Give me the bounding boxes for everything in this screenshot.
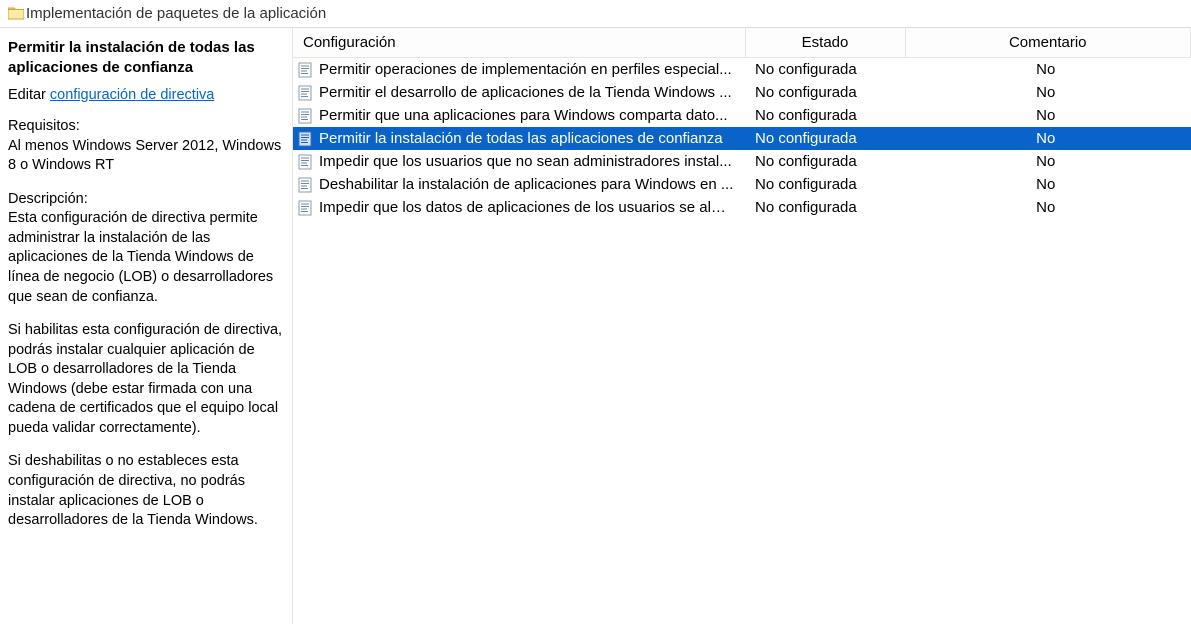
table-row[interactable]: Permitir operaciones de implementación e… <box>293 58 1191 82</box>
policy-icon <box>297 108 313 124</box>
policy-icon <box>297 177 313 193</box>
policy-icon <box>297 131 313 147</box>
content-area: Permitir la instalación de todas las apl… <box>0 28 1191 624</box>
edit-prefix: Editar <box>8 87 50 103</box>
requirements-block: Requisitos: Al menos Windows Server 2012… <box>8 117 284 176</box>
list-pane: Configuración Estado Comentario Permitir… <box>293 28 1191 624</box>
policy-comment-cell: No <box>905 104 1191 127</box>
requirements-body: Al menos Windows Server 2012, Windows 8 … <box>8 137 284 176</box>
folder-icon <box>8 6 24 20</box>
policy-name-text: Permitir que una aplicaciones para Windo… <box>319 107 728 124</box>
policy-icon <box>297 85 313 101</box>
table-row[interactable]: Permitir el desarrollo de aplicaciones d… <box>293 81 1191 104</box>
policy-state-cell: No configurada <box>745 150 905 173</box>
policy-list: Configuración Estado Comentario Permitir… <box>293 28 1191 219</box>
policy-comment-cell: No <box>905 127 1191 150</box>
edit-policy-line: Editar configuración de directiva <box>8 87 284 103</box>
table-row[interactable]: Impedir que los datos de aplicaciones de… <box>293 196 1191 219</box>
policy-name-text: Permitir la instalación de todas las apl… <box>319 130 723 147</box>
description-p2: Si habilitas esta configuración de direc… <box>8 321 284 438</box>
policy-comment-cell: No <box>905 81 1191 104</box>
description-p1: Esta configuración de directiva permite … <box>8 209 284 307</box>
column-header-row: Configuración Estado Comentario <box>293 28 1191 58</box>
table-row[interactable]: Permitir que una aplicaciones para Windo… <box>293 104 1191 127</box>
description-p3: Si deshabilitas o no estableces esta con… <box>8 452 284 530</box>
title-bar: Implementación de paquetes de la aplicac… <box>0 0 1191 28</box>
policy-name-cell[interactable]: Permitir el desarrollo de aplicaciones d… <box>293 81 745 104</box>
table-row[interactable]: Deshabilitar la instalación de aplicacio… <box>293 173 1191 196</box>
edit-policy-link[interactable]: configuración de directiva <box>50 87 214 103</box>
column-header-config[interactable]: Configuración <box>293 28 745 58</box>
policy-name-cell[interactable]: Permitir la instalación de todas las apl… <box>293 127 745 150</box>
policy-name-text: Permitir operaciones de implementación e… <box>319 61 732 78</box>
policy-comment-cell: No <box>905 196 1191 219</box>
policy-name-text: Deshabilitar la instalación de aplicacio… <box>319 176 733 193</box>
policy-name-text: Permitir el desarrollo de aplicaciones d… <box>319 84 732 101</box>
description-label: Descripción: <box>8 190 284 210</box>
policy-comment-cell: No <box>905 150 1191 173</box>
policy-state-cell: No configurada <box>745 196 905 219</box>
window-title: Implementación de paquetes de la aplicac… <box>26 5 326 22</box>
policy-name-cell[interactable]: Impedir que los usuarios que no sean adm… <box>293 150 745 173</box>
details-pane: Permitir la instalación de todas las apl… <box>0 28 293 624</box>
policy-icon <box>297 200 313 216</box>
policy-state-cell: No configurada <box>745 81 905 104</box>
selected-policy-heading: Permitir la instalación de todas las apl… <box>8 38 284 77</box>
policy-name-cell[interactable]: Permitir que una aplicaciones para Windo… <box>293 104 745 127</box>
policy-state-cell: No configurada <box>745 58 905 82</box>
policy-icon <box>297 154 313 170</box>
policy-name-cell[interactable]: Impedir que los datos de aplicaciones de… <box>293 196 745 219</box>
policy-name-text: Impedir que los usuarios que no sean adm… <box>319 153 732 170</box>
policy-comment-cell: No <box>905 58 1191 82</box>
policy-state-cell: No configurada <box>745 104 905 127</box>
description-block: Descripción: Esta configuración de direc… <box>8 190 284 307</box>
requirements-label: Requisitos: <box>8 117 284 137</box>
policy-name-cell[interactable]: Deshabilitar la instalación de aplicacio… <box>293 173 745 196</box>
policy-comment-cell: No <box>905 173 1191 196</box>
table-row[interactable]: Impedir que los usuarios que no sean adm… <box>293 150 1191 173</box>
column-header-comment[interactable]: Comentario <box>905 28 1191 58</box>
policy-state-cell: No configurada <box>745 173 905 196</box>
policy-state-cell: No configurada <box>745 127 905 150</box>
column-header-state[interactable]: Estado <box>745 28 905 58</box>
policy-name-text: Impedir que los datos de aplicaciones de… <box>319 199 735 216</box>
policy-name-cell[interactable]: Permitir operaciones de implementación e… <box>293 58 745 82</box>
policy-icon <box>297 62 313 78</box>
table-row[interactable]: Permitir la instalación de todas las apl… <box>293 127 1191 150</box>
